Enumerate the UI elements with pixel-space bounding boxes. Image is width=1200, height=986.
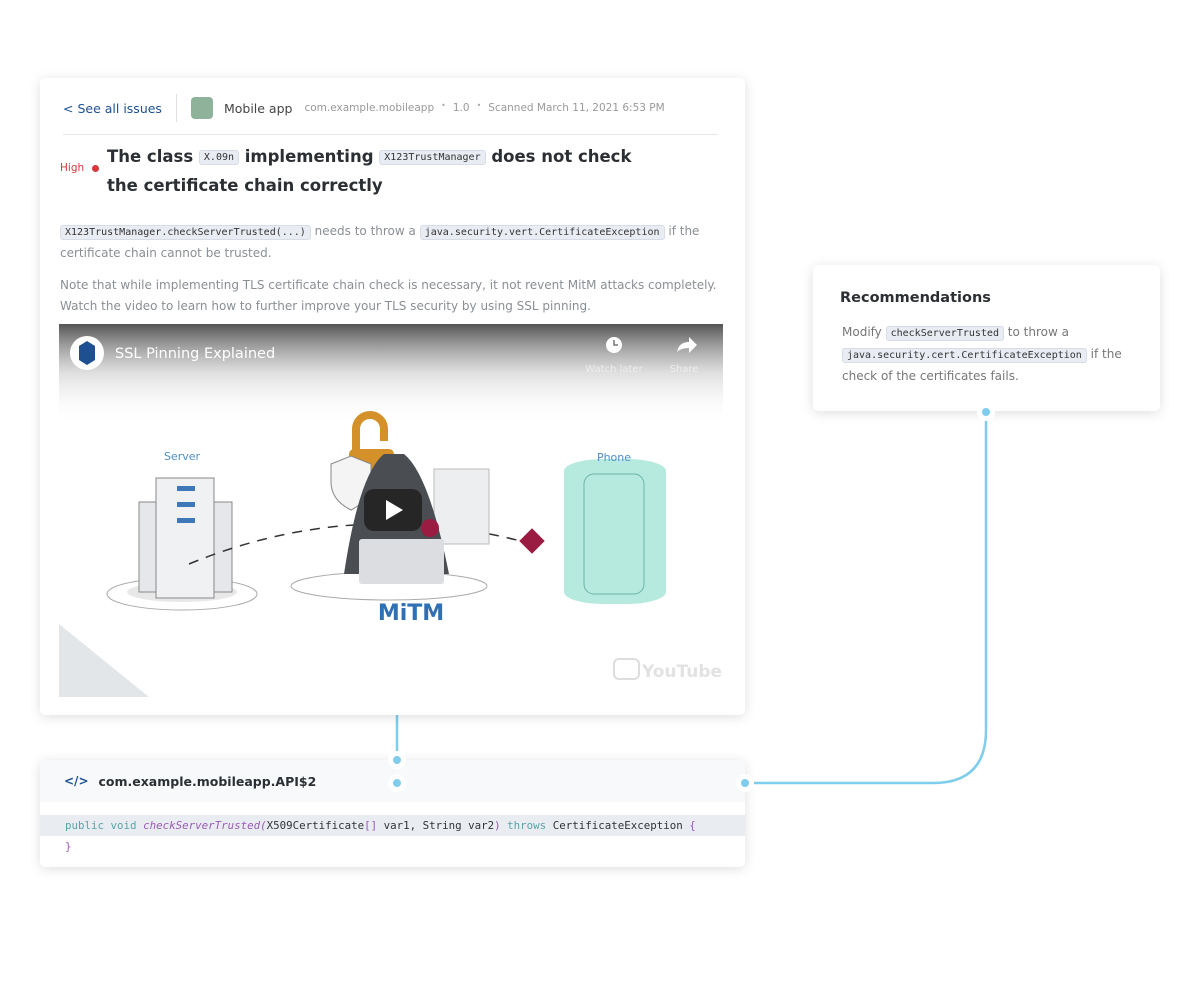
connector-dot xyxy=(977,403,995,421)
connector-dot xyxy=(388,774,406,792)
connector-dot xyxy=(736,774,754,792)
connector-dots xyxy=(388,403,995,792)
connector-dot xyxy=(388,751,406,769)
